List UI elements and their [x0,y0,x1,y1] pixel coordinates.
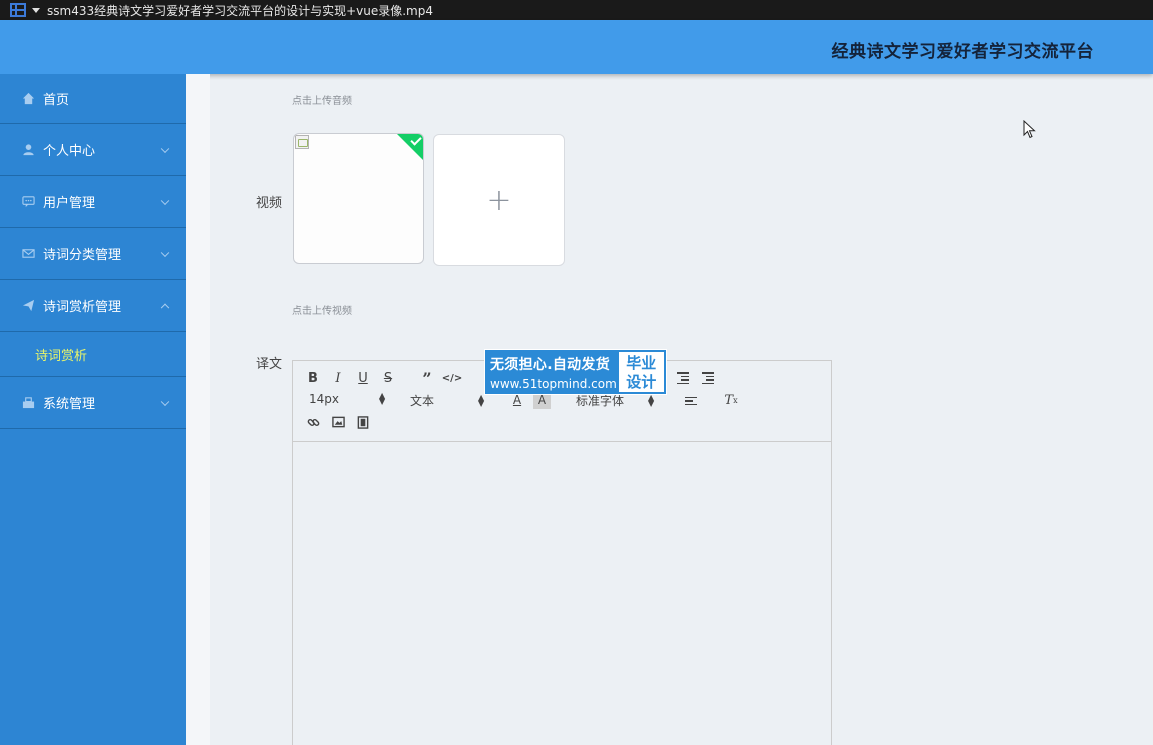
video-button[interactable] [354,413,372,431]
clear-format-button[interactable]: Tx [722,391,740,409]
watermark-banner: 无须担心.自动发货 www.51topmind.com 毕业 设计 [484,349,667,395]
select-arrows-icon: ▲ ▼ [478,392,485,408]
chevron-down-icon [160,397,170,406]
font-size-value: 14px [309,392,339,406]
header-select[interactable]: 文本 ▲ ▼ [410,392,484,409]
video-upload-hint: 点击上传视频 [292,306,352,317]
video-label: 视频 [256,196,283,211]
sidebar-item-label: 首页 [43,93,70,108]
mouse-cursor-icon [1023,119,1036,143]
content-gutter [186,74,210,745]
bold-button[interactable]: B [304,369,322,387]
chevron-down-icon [160,196,170,205]
main-content: 点击上传音频 视频 + 点击上传视频 译文 B I U S ” </> 14px… [210,74,1153,745]
outdent-button[interactable] [674,369,692,387]
italic-button[interactable]: I [329,369,347,387]
chevron-down-icon[interactable] [32,7,40,13]
plus-icon: + [486,182,512,218]
sidebar: 首页 个人中心 用户管理 诗词分类管理 诗词赏析管理 诗词赏析 系统管理 [0,74,186,745]
player-menu-icon[interactable] [10,3,26,17]
chat-icon [21,195,35,209]
watermark-badge-line1: 毕业 [626,354,657,372]
chevron-down-icon [160,144,170,153]
link-button[interactable] [304,413,322,431]
office-icon [21,396,35,410]
align-button[interactable] [682,392,700,410]
sidebar-item-home[interactable]: 首页 [0,74,186,124]
audio-upload-hint: 点击上传音频 [292,96,352,107]
watermark-badge: 毕业 设计 [618,352,664,392]
select-arrows-icon: ▲ ▼ [379,391,386,406]
sidebar-item-label: 个人中心 [43,144,96,159]
rich-text-editor: B I U S ” </> 14px ▲ ▼ 文本 ▲ ▼ A A 标准字体 ▲… [292,360,832,745]
sidebar-item-personal-center[interactable]: 个人中心 [0,124,186,176]
mail-icon [21,247,35,261]
image-button[interactable] [329,413,347,431]
sidebar-item-user-management[interactable]: 用户管理 [0,176,186,228]
chevron-up-icon [160,303,170,312]
translation-label: 译文 [256,357,283,372]
editor-content-area[interactable] [293,442,831,745]
watermark-text: 无须担心.自动发货 www.51topmind.com [485,350,619,394]
sidebar-item-label: 系统管理 [43,397,96,412]
app-title: 经典诗文学习爱好者学习交流平台 [831,42,1094,62]
app-header: 经典诗文学习爱好者学习交流平台 [0,20,1153,74]
sidebar-item-poem-appreciation[interactable]: 诗词赏析管理 [0,280,186,332]
sidebar-item-poem-category[interactable]: 诗词分类管理 [0,228,186,280]
sidebar-subitem-label: 诗词赏析 [35,348,88,364]
video-filename: ssm433经典诗文学习爱好者学习交流平台的设计与实现+vue录像.mp4 [47,3,434,18]
underline-button[interactable]: U [354,369,372,387]
home-icon [21,92,35,106]
watermark-badge-line2: 设计 [626,373,657,391]
sidebar-item-system-management[interactable]: 系统管理 [0,377,186,429]
sidebar-item-label: 诗词赏析管理 [43,300,122,315]
sidebar-item-label: 用户管理 [43,196,96,211]
watermark-line1: 无须担心.自动发货 [490,357,611,373]
user-icon [21,143,35,157]
player-title-bar: ssm433经典诗文学习爱好者学习交流平台的设计与实现+vue录像.mp4 [0,0,1153,20]
chevron-down-icon [160,248,170,257]
broken-image-icon [295,135,309,149]
blockquote-button[interactable]: ” [418,369,436,388]
sidebar-subitem-poem-appreciation[interactable]: 诗词赏析 [0,332,186,377]
select-arrows-icon: ▲ ▼ [648,392,655,408]
send-icon [21,299,35,313]
watermark-url: www.51topmind.com [490,377,617,391]
indent-button[interactable] [699,369,717,387]
code-block-button[interactable]: </> [442,369,462,387]
video-upload-button[interactable]: + [433,134,565,266]
font-size-select[interactable]: 14px ▲ ▼ [309,391,386,407]
sidebar-item-label: 诗词分类管理 [43,248,122,263]
video-uploaded-thumbnail[interactable] [293,133,424,264]
header-select-value: 文本 [410,394,435,408]
strike-button[interactable]: S [379,369,397,387]
